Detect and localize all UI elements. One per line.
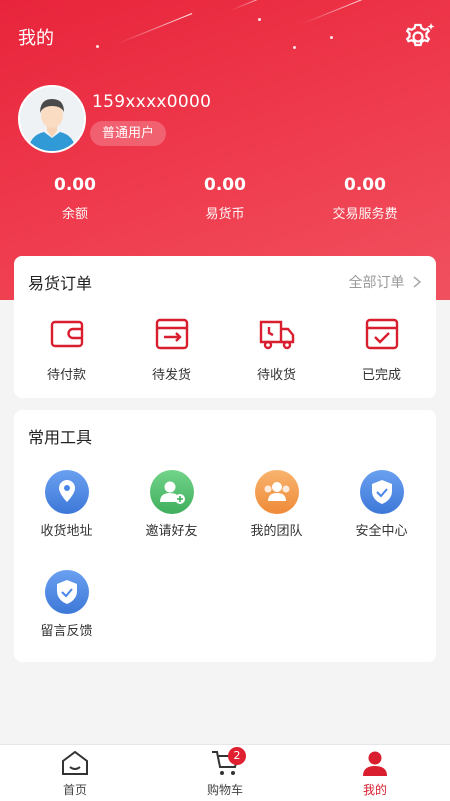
tool-label: 留言反馈 (40, 624, 93, 639)
tool-label: 安全中心 (355, 524, 408, 539)
order-pending-receipt[interactable]: 待收货 (224, 314, 329, 383)
cart-count-badge: 2 (228, 747, 246, 765)
decor-dot (258, 18, 261, 21)
tab-label: 首页 (62, 783, 87, 797)
bottom-tab-bar: 首页 购物车 2 我的 (0, 744, 450, 801)
tool-shipping-address[interactable]: 收货地址 (14, 470, 119, 539)
tool-label: 收货地址 (40, 524, 93, 539)
tool-label: 邀请好友 (145, 524, 198, 539)
delivery-truck-icon (259, 320, 294, 350)
home-icon (62, 750, 88, 775)
all-orders-label: 全部订单 (348, 275, 405, 291)
order-label: 待付款 (46, 368, 86, 383)
orders-title: 易货订单 (28, 274, 93, 293)
decor-dot (96, 45, 99, 48)
order-pending-shipment[interactable]: 待发货 (119, 314, 224, 383)
tab-cart[interactable]: 购物车 (150, 745, 300, 801)
shield-check-icon (359, 470, 404, 514)
stat-label: 易货币 (205, 207, 245, 222)
order-label: 待发货 (151, 368, 191, 383)
stat-barter-coin[interactable]: 0.00 易货币 (150, 175, 300, 222)
stat-value: 0.00 (344, 175, 386, 195)
completed-box-icon (365, 318, 398, 350)
user-phone: 159xxxx0000 (92, 92, 212, 112)
stat-service-fee[interactable]: 0.00 交易服务费 (290, 175, 440, 222)
wallet-icon (50, 320, 83, 348)
stat-label: 余额 (61, 207, 88, 222)
settings-button[interactable] (402, 20, 436, 54)
tool-my-team[interactable]: 我的团队 (224, 470, 329, 539)
ship-box-icon (155, 318, 188, 350)
tab-label: 我的 (362, 783, 387, 797)
location-pin-icon (44, 470, 89, 514)
profile-header: 我的 159xxxx0000 普通用户 0.00 余额 0.00 易货币 0.0… (0, 0, 450, 300)
decor-streak (117, 13, 193, 44)
stat-label: 交易服务费 (332, 207, 398, 222)
tab-home[interactable]: 首页 (0, 745, 150, 801)
order-label: 待收货 (256, 368, 296, 383)
add-user-icon (149, 470, 194, 514)
tools-title: 常用工具 (28, 428, 93, 447)
stat-balance[interactable]: 0.00 余额 (0, 175, 150, 222)
tools-card: 常用工具 收货地址 邀请好友 我的团队 安全中心 留言反馈 (14, 410, 436, 662)
tab-label: 购物车 (206, 783, 243, 797)
tab-profile[interactable]: 我的 (300, 745, 450, 801)
decor-dot (293, 46, 296, 49)
decor-streak (231, 0, 269, 11)
tool-label: 我的团队 (250, 524, 303, 539)
orders-card: 易货订单 全部订单 待付款 待发货 待收货 已完成 (14, 256, 436, 398)
tool-feedback[interactable]: 留言反馈 (14, 570, 119, 639)
user-level-badge: 普通用户 (90, 121, 167, 146)
gear-icon (405, 23, 435, 47)
team-icon (254, 470, 299, 514)
tool-invite-friends[interactable]: 邀请好友 (119, 470, 224, 539)
profile-icon (363, 751, 387, 776)
user-avatar-icon (20, 87, 84, 151)
order-pending-payment[interactable]: 待付款 (14, 314, 119, 383)
decor-dot (330, 36, 333, 39)
stat-value: 0.00 (204, 175, 246, 195)
stat-value: 0.00 (54, 175, 96, 195)
all-orders-link[interactable]: 全部订单 (349, 272, 422, 292)
tool-security-center[interactable]: 安全中心 (329, 470, 434, 539)
page-title: 我的 (18, 28, 54, 49)
avatar[interactable] (18, 85, 86, 153)
decor-streak (302, 0, 368, 25)
chevron-right-icon (413, 276, 422, 288)
order-label: 已完成 (361, 368, 401, 383)
shield-check-icon (44, 570, 89, 614)
order-completed[interactable]: 已完成 (329, 314, 434, 383)
